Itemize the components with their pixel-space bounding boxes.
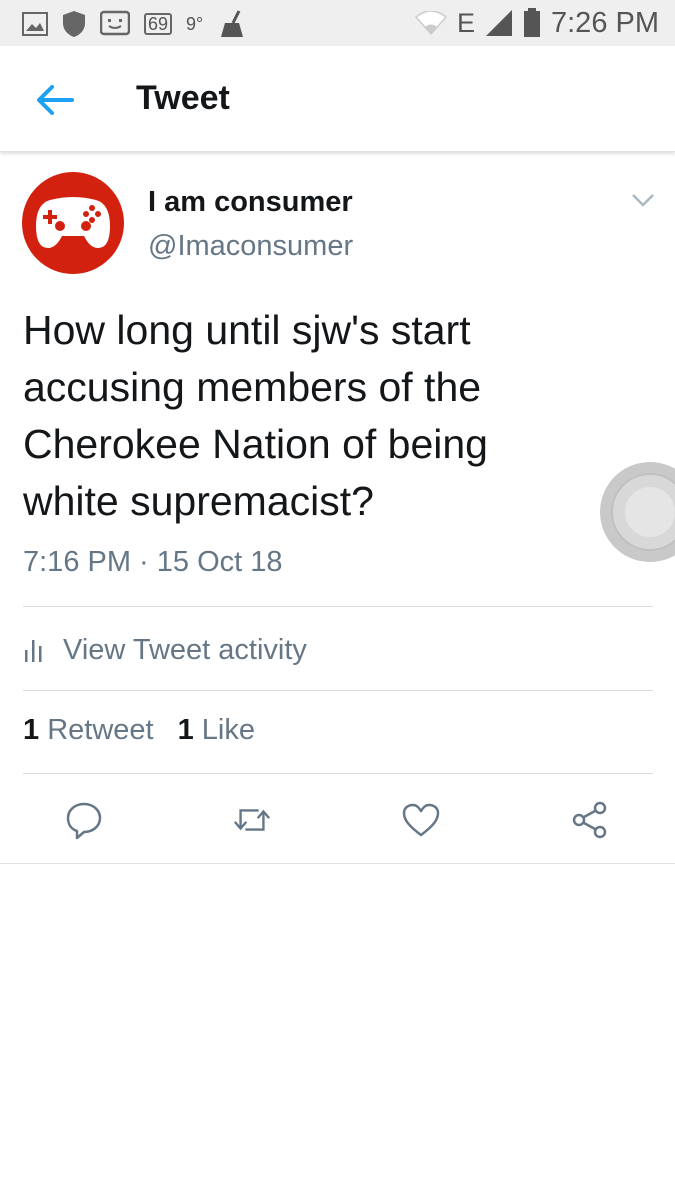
back-arrow-icon [37,85,74,115]
page-title: Tweet [136,79,230,117]
broom-notification-icon [221,10,244,37]
gallery-notification-icon [22,12,48,36]
app-bar: Tweet [0,46,675,152]
tweet-options-button[interactable] [630,190,656,210]
badge-count-text: 69 [148,13,169,34]
retweet-count: 1 [23,714,40,746]
view-tweet-activity-label: View Tweet activity [63,633,307,666]
battery-icon [524,8,540,37]
like-count: 1 [177,714,194,746]
assistive-touch-button[interactable] [600,462,675,562]
retweet-button[interactable] [232,798,272,842]
author-display-name[interactable]: I am consumer [148,186,353,219]
retweet-icon [233,809,271,831]
assistive-touch-ring [611,473,675,551]
tweet-action-bar [0,798,675,842]
retweet-count-link[interactable]: 1 Retweet [23,714,154,747]
badge-count-icon: 69 [144,13,173,35]
status-bar-left-icons: 69 9° [22,8,247,40]
like-label: Like [201,714,255,746]
bot-face-notification-icon [100,10,130,36]
back-button[interactable] [34,78,78,122]
wifi-icon [414,11,447,35]
heart-icon [402,803,440,837]
like-count-link[interactable]: 1 Like [178,714,255,747]
temperature-text: 9° [186,13,204,34]
game-controller-icon [36,197,110,248]
clock-time: 7:26 PM [551,6,659,39]
share-button[interactable] [570,798,610,842]
divider [23,606,653,607]
tweet-text: How long until sjw's start accusing memb… [23,307,488,524]
divider [0,863,675,864]
tweet-timestamp: 7:16 PM · 15 Oct 18 [23,546,283,578]
shield-notification-icon [63,11,85,37]
view-tweet-activity-link[interactable]: View Tweet activity [23,630,307,670]
avatar[interactable] [22,172,124,274]
signal-icon [486,10,512,36]
divider [23,773,653,774]
chevron-down-icon [632,194,654,207]
bar-chart-icon [25,640,42,662]
tweet-stats: 1 Retweet 1 Like [23,714,255,747]
like-button[interactable] [401,798,441,842]
reply-button[interactable] [64,798,104,842]
divider [23,690,653,691]
author-handle[interactable]: @Imaconsumer [148,230,353,263]
assistive-touch-core [625,487,675,537]
retweet-label: Retweet [47,714,154,746]
status-bar: 69 9° E 7:26 PM [0,0,675,46]
share-icon [572,801,607,839]
network-type-text: E [456,7,475,38]
status-bar-right-icons: E 7:26 PM [414,6,659,40]
reply-icon [66,802,102,840]
